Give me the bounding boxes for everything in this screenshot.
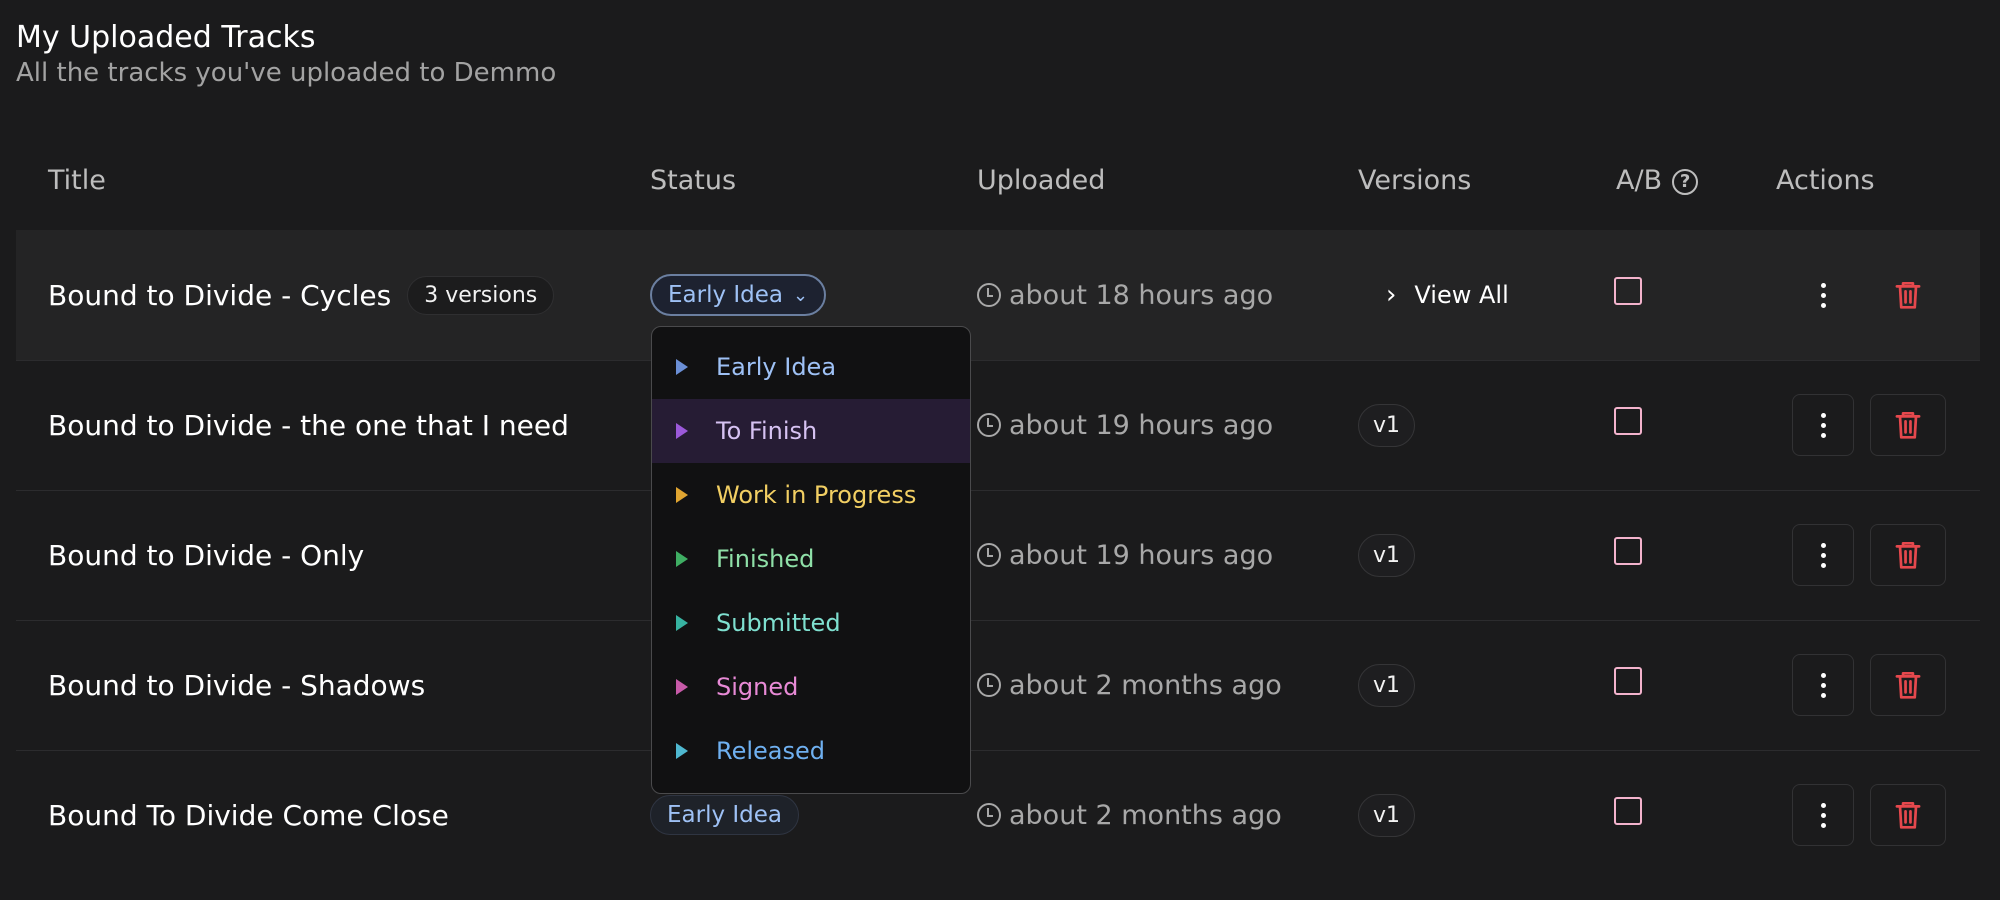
trash-icon [1895,801,1921,829]
trash-icon [1895,541,1921,569]
uploaded-time: about 2 months ago [977,670,1282,701]
triangle-play-icon [676,423,688,439]
page-title: My Uploaded Tracks [16,20,316,55]
header-status: Status [650,165,737,196]
table-row[interactable]: Bound to Divide - Cycles 3 versions Earl… [16,230,1980,361]
triangle-play-icon [676,551,688,567]
uploaded-time: about 2 months ago [977,800,1282,831]
status-option-label: Work in Progress [716,481,917,509]
status-select[interactable]: Early Idea ⌄ [650,274,827,316]
header-versions: Versions [1358,165,1472,196]
uploaded-time: about 19 hours ago [977,540,1273,571]
version-badge[interactable]: v1 [1358,663,1416,707]
version-badge[interactable]: v1 [1358,533,1416,577]
uploaded-time: about 19 hours ago [977,410,1273,441]
status-option-finished[interactable]: Finished [652,527,970,591]
status-option-label: Submitted [716,609,841,637]
kebab-icon [1820,802,1826,828]
uploaded-text: about 2 months ago [1009,799,1282,831]
status-option-early-idea[interactable]: Early Idea [652,335,970,399]
ab-checkbox[interactable] [1614,277,1642,305]
kebab-icon [1820,542,1826,568]
view-all-label: View All [1414,281,1509,309]
status-option-label: Signed [716,673,799,701]
clock-icon [977,413,1001,437]
triangle-play-icon [676,743,688,759]
ab-checkbox[interactable] [1614,667,1642,695]
header-title: Title [48,165,106,196]
uploaded-text: about 19 hours ago [1009,409,1274,441]
status-option-label: Finished [716,545,815,573]
view-all-button[interactable]: › View All [1386,280,1509,310]
status-option-label: Early Idea [716,353,837,381]
versions-count-badge: 3 versions [407,275,555,315]
ab-checkbox[interactable] [1614,537,1642,565]
status-label: Early Idea [668,282,784,308]
question-circle-icon[interactable]: ? [1672,169,1699,195]
header-ab-label: A/B [1616,165,1663,196]
kebab-icon [1820,412,1826,438]
status-option-released[interactable]: Released [652,719,970,783]
table-row[interactable]: Bound to Divide - Shadows about 2 months… [16,620,1980,751]
track-title[interactable]: Bound to Divide - Shadows [48,669,425,702]
clock-icon [977,283,1001,307]
delete-button[interactable] [1870,394,1946,456]
status-dropdown-menu: Early Idea To Finish Work in Progress Fi… [651,326,971,794]
uploaded-text: about 2 months ago [1009,669,1282,701]
chevron-down-icon: ⌄ [793,284,809,306]
track-title[interactable]: Bound to Divide - Only [48,539,364,572]
status-option-submitted[interactable]: Submitted [652,591,970,655]
more-actions-button[interactable] [1792,784,1854,846]
track-title[interactable]: Bound To Divide Come Close [48,799,449,832]
triangle-play-icon [676,615,688,631]
ab-checkbox[interactable] [1614,407,1642,435]
clock-icon [977,673,1001,697]
version-badge[interactable]: v1 [1358,793,1416,837]
triangle-play-icon [676,359,688,375]
trash-icon [1895,671,1921,699]
more-actions-button[interactable] [1792,524,1854,586]
clock-icon [977,803,1001,827]
header-actions: Actions [1776,165,1875,196]
delete-button[interactable] [1870,264,1946,326]
trash-icon [1895,411,1921,439]
status-option-label: Released [716,737,826,765]
status-label: Early Idea [667,802,783,828]
table-row[interactable]: Bound To Divide Come Close Early Idea ab… [16,750,1980,880]
delete-button[interactable] [1870,654,1946,716]
table-row[interactable]: Bound to Divide - Only about 19 hours ag… [16,490,1980,621]
status-option-to-finish[interactable]: To Finish [652,399,970,463]
track-title[interactable]: Bound to Divide - the one that I need [48,409,569,442]
page-subtitle: All the tracks you've uploaded to Demmo [16,58,557,88]
chevron-right-icon: › [1386,280,1397,310]
header-uploaded: Uploaded [977,165,1106,196]
status-option-work-in-progress[interactable]: Work in Progress [652,463,970,527]
uploaded-text: about 18 hours ago [1009,279,1274,311]
delete-button[interactable] [1870,524,1946,586]
trash-icon [1895,281,1921,309]
track-title[interactable]: Bound to Divide - Cycles [48,279,391,312]
more-actions-button[interactable] [1792,654,1854,716]
status-select[interactable]: Early Idea [650,795,800,835]
status-option-label: To Finish [716,417,818,445]
uploaded-text: about 19 hours ago [1009,539,1274,571]
clock-icon [977,543,1001,567]
triangle-play-icon [676,487,688,503]
delete-button[interactable] [1870,784,1946,846]
table-row[interactable]: Bound to Divide - the one that I need ab… [16,360,1980,491]
more-actions-button[interactable] [1792,264,1854,326]
status-option-signed[interactable]: Signed [652,655,970,719]
header-ab: A/B? [1616,165,1699,196]
ab-checkbox[interactable] [1614,797,1642,825]
kebab-icon [1820,672,1826,698]
kebab-icon [1820,282,1826,308]
version-badge[interactable]: v1 [1358,403,1416,447]
more-actions-button[interactable] [1792,394,1854,456]
uploaded-time: about 18 hours ago [977,280,1273,311]
triangle-play-icon [676,679,688,695]
